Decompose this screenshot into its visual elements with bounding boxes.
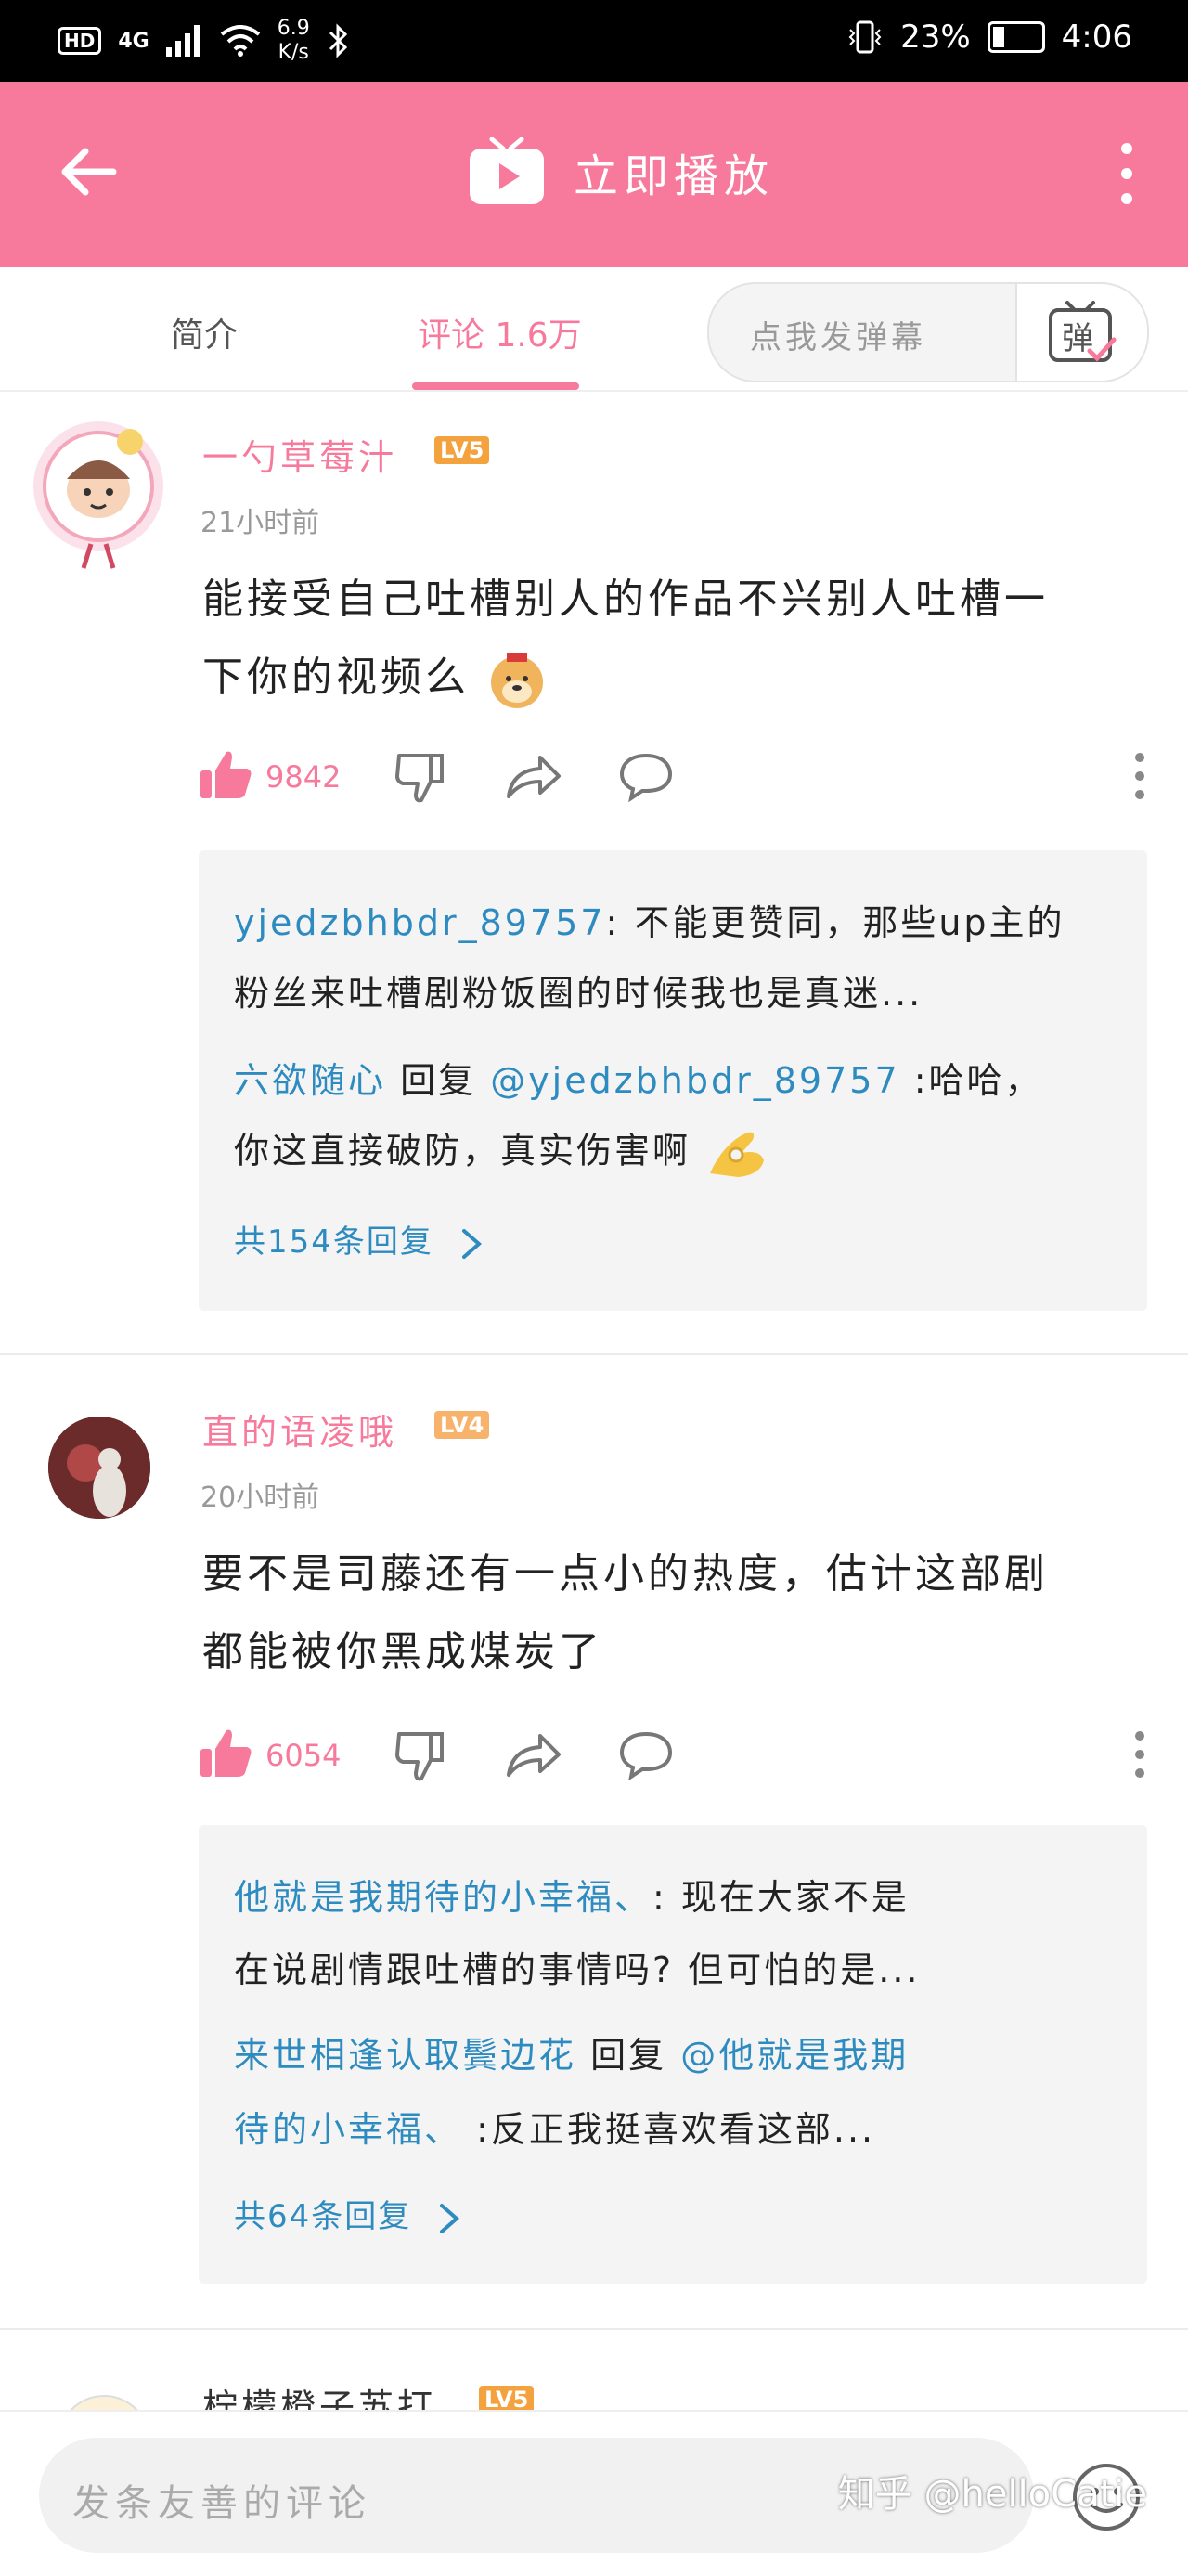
app-bar: 立即播放 — [0, 82, 1188, 267]
chevron-right-icon — [440, 2203, 460, 2233]
tab-comments[interactable]: 评论 1.6万 — [418, 308, 582, 356]
reply-username[interactable]: 来世相逢认取鬓边花 — [234, 2035, 576, 2076]
comment-bubble-icon[interactable] — [618, 1730, 674, 1780]
more-options-icon[interactable] — [1134, 1730, 1145, 1779]
level-badge: LV5 — [434, 436, 490, 464]
like-count: 9842 — [265, 759, 342, 795]
play-now-label: 立即播放 — [574, 150, 775, 202]
comment-time: 20小时前 — [200, 1482, 320, 1514]
ok-hand-emoji-icon — [710, 1132, 765, 1177]
comment-time: 21小时前 — [200, 507, 320, 539]
reply-line: 你这直接破防，真实伤害啊 — [234, 1125, 1125, 1181]
tab-bar: 简介 评论 1.6万 点我发弹幕 弹 — [0, 267, 1188, 392]
comment-item: 直的语凌哦 LV4 20小时前 要不是司藤还有一点小的热度，估计这部剧 都能被你… — [0, 1355, 1188, 2321]
thumbs-down-icon[interactable] — [394, 1728, 447, 1782]
battery-percent: 23% — [900, 19, 971, 56]
tab-intro[interactable]: 简介 — [171, 308, 238, 356]
comment-username[interactable]: 直的语凌哦 — [202, 1404, 397, 1455]
network-speed: 6.9 K/s — [277, 17, 310, 64]
battery-icon — [987, 21, 1045, 53]
comment-actions: 9842 — [199, 748, 1144, 804]
thumbs-up-icon[interactable] — [199, 748, 252, 802]
reply-preview-box[interactable]: 他就是我期待的小幸福、: 现在大家不是 在说剧情跟吐槽的事情吗? 但可怕的是..… — [199, 1825, 1147, 2284]
back-arrow-icon[interactable] — [58, 139, 123, 204]
bottom-comment-bar: 发条友善的评论 知乎 @helloCatie — [0, 2410, 1188, 2576]
like-count: 6054 — [265, 1738, 342, 1773]
reply-username[interactable]: 他就是我期待的小幸福、 — [234, 1877, 652, 1918]
more-options-icon[interactable] — [1134, 752, 1145, 800]
bluetooth-icon — [329, 23, 347, 58]
hd-badge: HD — [58, 27, 102, 55]
danmaku-input[interactable]: 点我发弹幕 弹 — [707, 282, 1149, 382]
reply-line: 来世相逢认取鬓边花 回复 @他就是我期 — [234, 2035, 910, 2076]
reply-username[interactable]: yjedzbhbdr_89757 — [234, 902, 605, 943]
share-icon[interactable] — [505, 754, 562, 800]
comment-bubble-icon[interactable] — [618, 752, 674, 802]
more-vert-icon[interactable] — [1119, 141, 1134, 206]
status-bar: HD 4G 6.9 K/s 23% 4:06 — [0, 0, 1188, 82]
reply-mention[interactable]: @yjedzbhbdr_89757 — [490, 1060, 899, 1101]
comment-text: 要不是司藤还有一点小的热度，估计这部剧 都能被你黑成煤炭了 — [202, 1550, 1049, 1676]
danmaku-icon: 弹 — [1049, 301, 1117, 362]
level-badge: LV4 — [434, 1411, 490, 1439]
thumbs-down-icon[interactable] — [394, 750, 447, 804]
chevron-right-icon — [461, 1228, 482, 1259]
thumbs-up-icon[interactable] — [199, 1727, 252, 1780]
comment-item: 一勺草莓汁 LV5 21小时前 能接受自己吐槽别人的作品不兴别人吐槽一 下你的视… — [0, 390, 1188, 1355]
photo-avatar-image — [48, 1417, 150, 1519]
avatar[interactable] — [26, 414, 171, 569]
comment-actions: 6054 — [199, 1727, 1144, 1782]
avatar[interactable] — [48, 1417, 150, 1519]
reply-line: 待的小幸福、 :反正我挺喜欢看这部... — [234, 2109, 876, 2150]
signal-icon — [165, 25, 200, 57]
reply-preview-box[interactable]: yjedzbhbdr_89757: 不能更赞同，那些up主的 粉丝来吐槽剧粉饭圈… — [199, 850, 1147, 1311]
watermark-text: 知乎 @helloCatie — [837, 2473, 1147, 2516]
comment-text: 能接受自己吐槽别人的作品不兴别人吐槽一 下你的视频么 — [202, 561, 1140, 717]
reply-username[interactable]: 六欲随心 — [234, 1060, 386, 1101]
tv-icon — [470, 137, 544, 204]
reply-mention[interactable]: 待的小幸福、 — [234, 2109, 462, 2150]
reply-line: 他就是我期待的小幸福、: 现在大家不是 — [234, 1877, 910, 1918]
reply-line: 粉丝来吐槽剧粉饭圈的时候我也是真迷... — [234, 973, 923, 1014]
reply-line: 六欲随心 回复 @yjedzbhbdr_89757 :哈哈， — [234, 1060, 1043, 1101]
reply-line: yjedzbhbdr_89757: 不能更赞同，那些up主的 — [234, 902, 1065, 943]
share-icon[interactable] — [505, 1732, 562, 1779]
comment-input-placeholder: 发条友善的评论 — [72, 2482, 371, 2525]
play-now-button[interactable]: 立即播放 — [468, 137, 774, 206]
vibrate-icon — [848, 20, 882, 54]
comment-username[interactable]: 一勺草莓汁 — [202, 429, 397, 480]
cartoon-avatar-image — [33, 421, 163, 569]
clock: 4:06 — [1061, 19, 1132, 56]
view-all-replies-link[interactable]: 共64条回复 — [234, 2191, 462, 2236]
reply-line: 在说剧情跟吐槽的事情吗? 但可怕的是... — [234, 1949, 921, 1990]
comment-username[interactable]: 柠檬橙子苏打 — [202, 2378, 436, 2414]
reply-mention[interactable]: @他就是我期 — [680, 2035, 909, 2076]
wifi-icon — [220, 25, 260, 57]
comment-item: 柠檬橙子苏打 LV5 — [0, 2330, 1188, 2414]
danmaku-placeholder: 点我发弹幕 — [750, 319, 926, 356]
doge-emoji-icon — [491, 653, 543, 708]
active-tab-indicator — [412, 382, 579, 390]
danmaku-toggle-button[interactable]: 弹 — [1015, 284, 1147, 381]
network-indicator: 4G — [118, 29, 149, 53]
view-all-replies-link[interactable]: 共154条回复 — [234, 1216, 484, 1262]
